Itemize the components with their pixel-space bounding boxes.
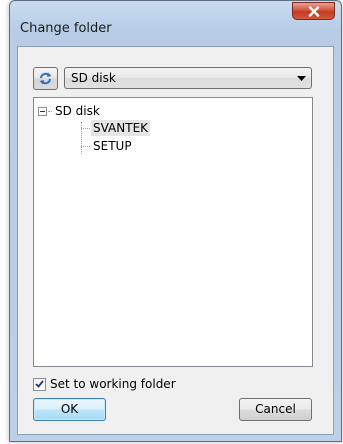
checkmark-icon xyxy=(35,380,44,388)
tree-node-svantek[interactable]: SVANTEK xyxy=(81,120,151,136)
working-folder-label: Set to working folder xyxy=(50,376,176,391)
tree-node-sd-disk[interactable]: SD disk xyxy=(38,103,102,119)
tree-connector xyxy=(48,110,52,112)
close-button[interactable] xyxy=(292,2,335,20)
tree-node-setup[interactable]: SETUP xyxy=(81,138,134,154)
tree-connector xyxy=(81,127,90,129)
working-folder-checkbox[interactable] xyxy=(33,377,46,391)
change-folder-dialog: Change folder SD disk SD disk SVANTEK SE… xyxy=(9,0,342,442)
dialog-title: Change folder xyxy=(20,21,112,36)
chevron-down-icon xyxy=(297,76,306,81)
drive-select-value: SD disk xyxy=(71,71,116,85)
working-folder-option[interactable]: Set to working folder xyxy=(33,376,176,392)
drive-select[interactable]: SD disk xyxy=(64,67,312,89)
folder-tree[interactable]: SD disk SVANTEK SETUP xyxy=(33,97,313,367)
tree-node-label: SD disk xyxy=(55,104,100,118)
refresh-icon xyxy=(39,72,52,85)
close-icon xyxy=(308,5,319,17)
dialog-body: SD disk SD disk SVANTEK SETUP Set to wor… xyxy=(17,46,334,435)
refresh-button[interactable] xyxy=(33,67,58,90)
tree-connector xyxy=(81,145,90,147)
collapse-icon[interactable] xyxy=(38,106,47,116)
tree-node-label: SVANTEK xyxy=(91,120,151,136)
cancel-button[interactable]: Cancel xyxy=(239,398,312,421)
title-bar: Change folder xyxy=(10,1,341,36)
tree-node-label: SETUP xyxy=(93,139,132,153)
ok-button[interactable]: OK xyxy=(33,398,106,421)
